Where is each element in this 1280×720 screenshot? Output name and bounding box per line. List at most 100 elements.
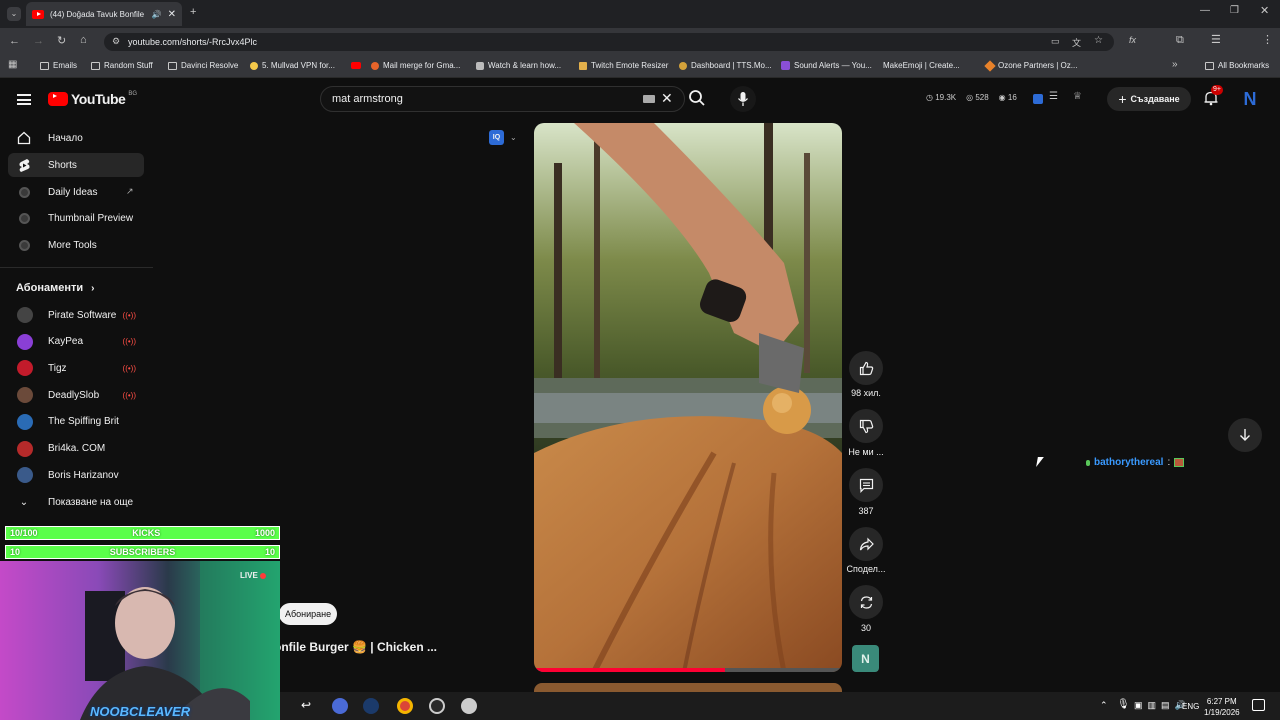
- sidebar-item-shorts[interactable]: Shorts: [8, 153, 144, 177]
- vidiq-widget[interactable]: IQ ⌄: [489, 130, 517, 145]
- remix-button[interactable]: [849, 585, 883, 619]
- tab-youtube[interactable]: (44) Doğada Tavuk Bonfile 🔊 ✕: [26, 2, 182, 26]
- channel-avatar-icon: [17, 413, 33, 430]
- sidebar-subscription-item[interactable]: Bri4ka. COM: [8, 437, 144, 461]
- bookmark-twitch-emote[interactable]: Twitch Emote Resizer: [579, 61, 668, 70]
- shorts-icon: [17, 158, 31, 172]
- like-button[interactable]: [849, 351, 883, 385]
- language-indicator[interactable]: ENG: [1182, 702, 1199, 711]
- sidebar-item-more-tools[interactable]: More Tools: [8, 233, 144, 257]
- notifications-button[interactable]: 9+: [1203, 85, 1223, 108]
- app-icon-2[interactable]: [461, 698, 477, 714]
- avatar-letter: N: [1243, 88, 1257, 109]
- reload-icon[interactable]: ↻: [57, 36, 66, 47]
- chat-separator: :: [1167, 457, 1171, 468]
- kicks-goal-bar: 10/100 KICKS 1000: [5, 526, 280, 540]
- youtube-logo[interactable]: YouTube BG: [48, 91, 137, 107]
- clock[interactable]: 6:27 PM 1/19/2026: [1204, 696, 1240, 718]
- clear-search-icon[interactable]: ✕: [661, 90, 673, 107]
- vidiq-icon[interactable]: [1033, 94, 1043, 104]
- more-bookmarks-icon[interactable]: »: [1172, 60, 1178, 70]
- account-avatar[interactable]: N: [1240, 89, 1260, 109]
- next-short-preview[interactable]: [534, 683, 842, 692]
- speaker-icon[interactable]: 🔊: [152, 10, 162, 19]
- list-icon[interactable]: ☰: [1049, 92, 1058, 102]
- subs-left: 10: [10, 547, 21, 557]
- apps-grid-icon[interactable]: ▦: [8, 60, 17, 70]
- home-button-icon[interactable]: ⌂: [80, 35, 87, 46]
- install-icon[interactable]: ▭: [1051, 36, 1060, 47]
- bookmark-davinci[interactable]: Davinci Resolve: [168, 61, 238, 70]
- tray-chevron-icon[interactable]: ⌃: [1100, 700, 1108, 711]
- search-value: mat armstrong: [332, 93, 403, 105]
- back-arrow-app-icon[interactable]: ↩: [298, 698, 314, 714]
- tab-list-icon[interactable]: ⌄: [7, 7, 21, 21]
- bookmark-star-icon[interactable]: ☆: [1094, 35, 1103, 46]
- notification-center-icon[interactable]: [1252, 699, 1265, 711]
- bookmark-sound-alerts[interactable]: Sound Alerts — You...: [781, 61, 872, 70]
- bookmark-tts-dashboard[interactable]: Dashboard | TTS.Mo...: [679, 61, 772, 70]
- search-input[interactable]: mat armstrong ✕: [320, 86, 685, 112]
- keyboard-icon[interactable]: [643, 95, 655, 103]
- share-button[interactable]: [849, 527, 883, 561]
- app-icon-1[interactable]: [332, 698, 348, 714]
- bookmark-mullvad[interactable]: 5. Mullvad VPN for...: [250, 61, 335, 70]
- sidebar-item-thumbnail-preview[interactable]: Thumbnail Preview: [8, 206, 144, 230]
- comments-button[interactable]: [849, 468, 883, 502]
- back-icon[interactable]: ←: [9, 36, 20, 47]
- chevron-down-icon: ⌄: [510, 133, 517, 142]
- bookmark-mail-merge[interactable]: Mail merge for Gma...: [351, 61, 460, 70]
- bookmark-emails[interactable]: Emails: [40, 61, 77, 70]
- reading-list-icon[interactable]: ☰: [1211, 35, 1221, 46]
- menu-icon[interactable]: ⋮: [1262, 35, 1273, 46]
- voice-search-button[interactable]: [730, 86, 756, 112]
- sidebar-item-daily-ideas[interactable]: Daily Ideas ↗: [8, 180, 144, 204]
- hamburger-menu-icon[interactable]: [17, 94, 31, 105]
- bookmark-watch-learn[interactable]: Watch & learn how...: [476, 61, 561, 70]
- next-short-button[interactable]: [1228, 418, 1262, 452]
- translate-icon[interactable]: 文: [1072, 36, 1081, 49]
- extension-fx-icon[interactable]: fx: [1129, 36, 1136, 45]
- sidebar-subscription-item[interactable]: The Spiffing Brit: [8, 410, 144, 434]
- create-button[interactable]: + Създаване: [1107, 87, 1191, 111]
- subscribe-button[interactable]: Абониране: [279, 603, 338, 625]
- likes-count: 98 хил.: [851, 388, 881, 398]
- site-info-icon[interactable]: ⚙: [112, 36, 120, 47]
- chrome-icon[interactable]: [397, 698, 413, 714]
- short-video-player[interactable]: [534, 123, 842, 672]
- sidebar-subscription-item[interactable]: Tigz ((•)): [8, 356, 144, 380]
- obs-icon[interactable]: [429, 698, 445, 714]
- ext-icon: [17, 211, 31, 225]
- kicks-right: 1000: [254, 528, 275, 538]
- minimize-icon[interactable]: —: [1200, 6, 1210, 16]
- forward-icon[interactable]: →: [33, 36, 44, 47]
- sidebar-subscription-item[interactable]: DeadlySlob ((•)): [8, 383, 144, 407]
- sidebar-subscription-item[interactable]: Pirate Software ((•)): [8, 303, 144, 327]
- sidebar-subscription-item[interactable]: KayPea ((•)): [8, 330, 144, 354]
- tray-mic-icon[interactable]: 🎙: [1117, 699, 1130, 710]
- bookmark-ozone[interactable]: Ozone Partners | Oz...: [984, 59, 1077, 72]
- short-title[interactable]: onfile Burger 🍔 | Chicken ...: [274, 640, 437, 654]
- new-tab-icon[interactable]: +: [190, 7, 196, 18]
- ext-icon: [17, 238, 31, 252]
- sidebar-subscription-item[interactable]: Boris Harizanov: [8, 463, 144, 487]
- extensions-icon[interactable]: ⧉: [1176, 35, 1184, 46]
- bookmark-random-stuff[interactable]: Random Stuff: [91, 61, 153, 70]
- trophy-icon[interactable]: ♕: [1073, 92, 1082, 102]
- subscriptions-heading[interactable]: Абонаменти ›: [16, 282, 94, 294]
- close-window-icon[interactable]: ✕: [1260, 6, 1269, 17]
- share-label: Сподел...: [846, 564, 886, 574]
- live-indicator: LIVE: [240, 571, 266, 580]
- search-button[interactable]: [688, 89, 710, 111]
- all-bookmarks[interactable]: All Bookmarks: [1205, 61, 1269, 70]
- bookmark-makeemoji[interactable]: MakeEmoji | Create...: [883, 61, 960, 70]
- channel-avatar[interactable]: N: [852, 645, 879, 672]
- steam-icon[interactable]: [363, 698, 379, 714]
- tab-close-icon[interactable]: ✕: [168, 9, 176, 20]
- restore-icon[interactable]: ❐: [1230, 6, 1239, 16]
- show-more-button[interactable]: ⌄ Показване на още: [8, 490, 144, 514]
- mouse-cursor-icon: [1036, 457, 1044, 467]
- dislike-button[interactable]: [849, 409, 883, 443]
- url-field[interactable]: ⚙ youtube.com/shorts/-RrcJvx4Plc ▭ 文 ☆: [104, 33, 1114, 51]
- sidebar-item-home[interactable]: Начало: [8, 126, 144, 150]
